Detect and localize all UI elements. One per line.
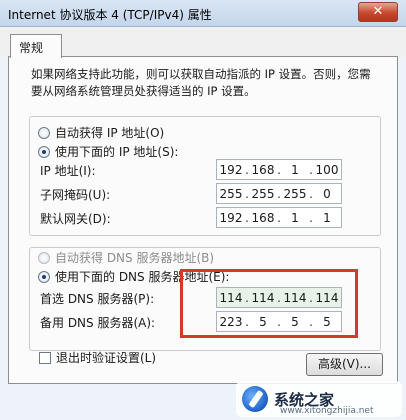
window-title: Internet 协议版本 4 (TCP/IPv4) 属性 [8, 8, 212, 22]
ip-octet: 255 [283, 186, 307, 201]
radio-icon [38, 126, 50, 139]
manual-dns-label: 使用下面的 DNS 服务器地址(E): [55, 270, 230, 284]
ip-octet: 100 [315, 162, 339, 177]
ip-octet: 1 [291, 162, 299, 177]
advanced-button[interactable]: 高级(V)... [306, 353, 383, 376]
radio-selected-icon [38, 145, 50, 158]
auto-ip-radio[interactable]: 自动获得 IP 地址(O) [35, 124, 168, 141]
ip-octet: 223 [219, 314, 243, 329]
watermark-logo: 系统之家 www.xitongzhijia.net [236, 381, 402, 417]
tab-strip: 常规 [0, 27, 406, 58]
ip-octet: 114 [283, 290, 307, 305]
watermark-url: www.xitongzhijia.net [280, 406, 374, 416]
ip-octet: 5 [323, 314, 331, 329]
manual-dns-radio[interactable]: 使用下面的 DNS 服务器地址(E): [35, 268, 233, 285]
ip-octet: 114 [219, 290, 243, 305]
ip-octet: 114 [315, 290, 339, 305]
manual-ip-label: 使用下面的 IP 地址(S): [55, 145, 179, 159]
preferred-dns-label: 首选 DNS 服务器(P): [40, 292, 155, 306]
general-panel: 如果网络支持此功能，则可以获取自动指派的 IP 设置。否则，您需要从网络系统管理… [8, 56, 398, 384]
close-button[interactable]: ✕ [358, 2, 398, 22]
logo-icon [242, 386, 268, 412]
validate-settings-checkbox[interactable]: 退出时验证设置(L) [39, 349, 156, 366]
manual-ip-radio[interactable]: 使用下面的 IP 地址(S): [35, 143, 182, 160]
tab-general[interactable]: 常规 [10, 34, 62, 58]
alternate-dns-label: 备用 DNS 服务器(A): [40, 316, 156, 330]
validate-settings-label: 退出时验证设置(L) [56, 351, 157, 365]
ip-octet: 1 [291, 210, 299, 225]
radio-selected-icon [38, 270, 50, 283]
intro-text: 如果网络支持此功能，则可以获取自动指派的 IP 设置。否则，您需要从网络系统管理… [31, 67, 371, 98]
default-gateway-input[interactable]: 192. 168. 1. 1 [216, 207, 342, 228]
auto-dns-radio[interactable]: 自动获得 DNS 服务器地址(B) [35, 249, 218, 266]
ip-octet: 0 [323, 186, 331, 201]
auto-ip-label: 自动获得 IP 地址(O) [55, 126, 165, 140]
ip-octet: 1 [323, 210, 331, 225]
ip-octet: 114 [251, 290, 275, 305]
ip-octet: 192 [219, 162, 243, 177]
title-bar: Internet 协议版本 4 (TCP/IPv4) 属性 ✕ [0, 0, 406, 27]
ip-octet: 255 [251, 186, 275, 201]
preferred-dns-input[interactable]: 114. 114. 114. 114 [216, 287, 342, 308]
alternate-dns-input[interactable]: 223. 5. 5. 5 [216, 311, 342, 332]
ip-address-input[interactable]: 192. 168. 1. 100 [216, 159, 342, 180]
ip-octet: 5 [259, 314, 267, 329]
subnet-mask-label: 子网掩码(U): [40, 188, 111, 202]
auto-dns-label: 自动获得 DNS 服务器地址(B) [55, 251, 215, 265]
ip-octet: 192 [219, 210, 243, 225]
ip-octet: 168 [251, 210, 275, 225]
radio-icon [38, 251, 50, 264]
checkbox-icon [39, 351, 51, 364]
ip-octet: 255 [219, 186, 243, 201]
default-gateway-label: 默认网关(D): [40, 212, 111, 226]
ip-address-label: IP 地址(I): [40, 164, 96, 178]
subnet-mask-input[interactable]: 255. 255. 255. 0 [216, 183, 342, 204]
close-icon: ✕ [372, 4, 384, 19]
ip-octet: 168 [251, 162, 275, 177]
ip-octet: 5 [291, 314, 299, 329]
